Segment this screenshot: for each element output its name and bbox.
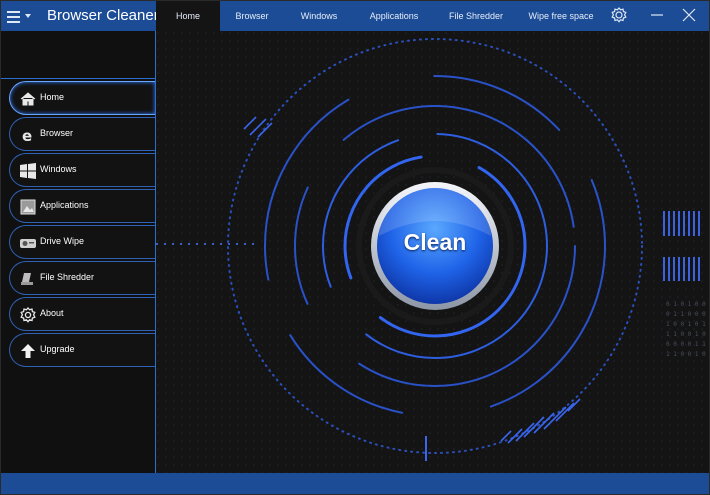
svg-text:1 1 0 0 1 0: 1 1 0 0 1 0 [666,351,706,358]
home-icon [20,92,36,106]
tab-browser[interactable]: Browser [220,1,284,31]
sidebar-item-label: Drive Wipe [40,236,85,246]
tab-windows[interactable]: Windows [286,1,352,31]
arrow-up-icon [21,344,35,358]
sidebar-item-label: File Shredder [40,272,95,282]
settings-button[interactable] [601,1,633,31]
sidebar-divider [1,31,156,79]
file-shredder-icon [21,273,33,285]
sidebar-item-label: Browser [40,128,74,138]
sidebar-item-upgrade[interactable]: Upgrade [9,333,155,367]
svg-text:1 1 0 0 1 0: 1 1 0 0 1 0 [666,331,706,338]
gear-icon [20,307,36,323]
close-button[interactable] [673,1,705,31]
svg-text:1 0 0 1 0 1: 1 0 0 1 0 1 [666,321,706,328]
status-bar [1,473,709,494]
title-bar: Browser Cleaner Home Browser Windows App… [1,1,709,31]
tab-wipe-free-space[interactable]: Wipe free space [521,1,601,31]
browser-e-icon: e [22,127,32,144]
sidebar-item-about[interactable]: About [9,297,155,331]
svg-text:0 1 0 1 0 0: 0 1 0 1 0 0 [666,301,706,308]
drive-wipe-icon [20,239,36,248]
svg-text:e: e [22,127,32,144]
main-panel: 0 1 0 1 0 0 0 1 1 0 0 0 0 1 0 0 1 0 1 1 … [156,31,709,473]
sidebar-item-home[interactable]: Home [9,81,155,115]
sidebar-item-label: Windows [40,164,77,174]
close-icon [682,8,696,22]
sidebar-item-file-shredder[interactable]: File Shredder [9,261,155,295]
gear-icon [611,7,627,23]
sidebar-item-browser[interactable]: e Browser [9,117,155,151]
tab-file-shredder[interactable]: File Shredder [441,1,511,31]
sidebar-item-label: Upgrade [40,344,75,354]
svg-text:0 0 0 0 1 1: 0 0 0 0 1 1 [666,341,706,348]
clean-button[interactable] [372,183,498,309]
sidebar-item-label: Home [40,92,65,102]
applications-icon [20,199,36,215]
sidebar-item-windows[interactable]: Windows [9,153,155,187]
windows-logo-icon [20,163,36,179]
app-title: Browser Cleaner [47,7,159,24]
minimize-button[interactable] [641,1,673,31]
sidebar-item-drive-wipe[interactable]: Drive Wipe [9,225,155,259]
minimize-icon [651,14,663,16]
tab-home[interactable]: Home [156,1,220,31]
sidebar-item-label: About [40,308,64,318]
svg-text:0 1 1 0 0 0 0: 0 1 1 0 0 0 0 [666,311,709,318]
tab-applications[interactable]: Applications [359,1,429,31]
app-window: Browser Cleaner Home Browser Windows App… [0,0,710,495]
sidebar-item-label: Applications [40,200,89,210]
hamburger-menu-icon[interactable] [7,9,33,25]
sidebar-item-applications[interactable]: Applications [9,189,155,223]
